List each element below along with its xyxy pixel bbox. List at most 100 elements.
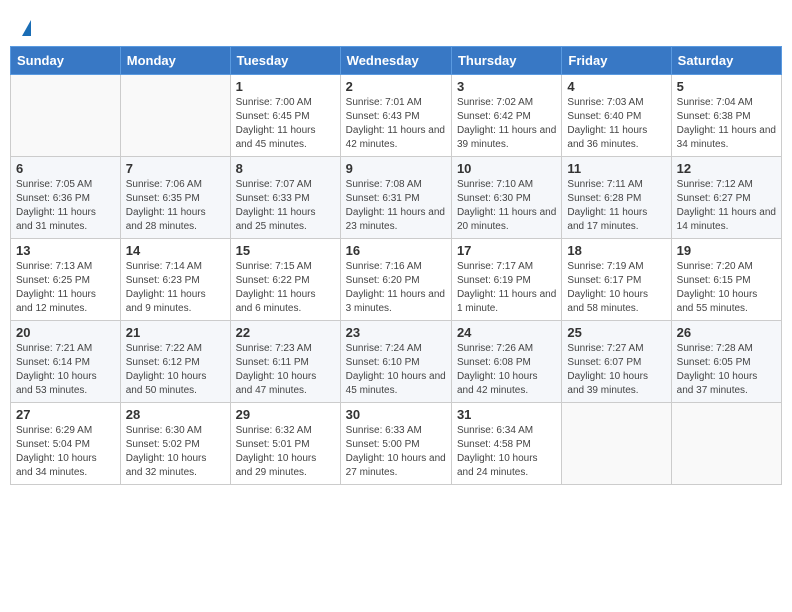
day-number: 12 (677, 161, 776, 176)
calendar-cell: 19 Sunrise: 7:20 AMSunset: 6:15 PMDayligh… (671, 239, 781, 321)
day-detail: Sunrise: 7:16 AMSunset: 6:20 PMDaylight:… (346, 260, 446, 316)
day-number: 26 (677, 325, 776, 340)
calendar-cell: 16 Sunrise: 7:16 AMSunset: 6:20 PMDayligh… (340, 239, 451, 321)
header-monday: Monday (120, 47, 230, 75)
day-detail: Sunrise: 7:17 AMSunset: 6:19 PMDaylight:… (457, 260, 556, 316)
calendar-cell (671, 403, 781, 485)
calendar-cell (120, 75, 230, 157)
calendar-week-3: 13 Sunrise: 7:13 AMSunset: 6:25 PMDayligh… (11, 239, 782, 321)
day-number: 14 (126, 243, 225, 258)
day-detail: Sunrise: 7:03 AMSunset: 6:40 PMDaylight:… (567, 96, 665, 152)
calendar-cell: 3 Sunrise: 7:02 AMSunset: 6:42 PMDaylight… (451, 75, 561, 157)
calendar-cell: 23 Sunrise: 7:24 AMSunset: 6:10 PMDayligh… (340, 321, 451, 403)
day-number: 30 (346, 407, 446, 422)
day-detail: Sunrise: 7:01 AMSunset: 6:43 PMDaylight:… (346, 96, 446, 152)
calendar-cell: 30 Sunrise: 6:33 AMSunset: 5:00 PMDayligh… (340, 403, 451, 485)
calendar-week-1: 1 Sunrise: 7:00 AMSunset: 6:45 PMDaylight… (11, 75, 782, 157)
logo-triangle-icon (22, 20, 31, 36)
calendar-cell: 17Sunrise: 7:17 AMSunset: 6:19 PMDayligh… (451, 239, 561, 321)
calendar-cell: 27 Sunrise: 6:29 AMSunset: 5:04 PMDayligh… (11, 403, 121, 485)
day-number: 27 (16, 407, 115, 422)
calendar-cell (11, 75, 121, 157)
calendar-cell: 14 Sunrise: 7:14 AMSunset: 6:23 PMDayligh… (120, 239, 230, 321)
day-detail: Sunrise: 6:30 AMSunset: 5:02 PMDaylight:… (126, 424, 225, 480)
day-detail: Sunrise: 7:19 AMSunset: 6:17 PMDaylight:… (567, 260, 665, 316)
day-detail: Sunrise: 7:24 AMSunset: 6:10 PMDaylight:… (346, 342, 446, 398)
day-number: 21 (126, 325, 225, 340)
day-number: 29 (236, 407, 335, 422)
day-detail: Sunrise: 7:13 AMSunset: 6:25 PMDaylight:… (16, 260, 115, 316)
day-detail: Sunrise: 7:07 AMSunset: 6:33 PMDaylight:… (236, 178, 335, 234)
calendar-cell: 6Sunrise: 7:05 AMSunset: 6:36 PMDaylight… (11, 157, 121, 239)
calendar-table: SundayMondayTuesdayWednesdayThursdayFrid… (10, 46, 782, 485)
day-detail: Sunrise: 7:20 AMSunset: 6:15 PMDaylight:… (677, 260, 776, 316)
day-detail: Sunrise: 7:00 AMSunset: 6:45 PMDaylight:… (236, 96, 335, 152)
day-detail: Sunrise: 7:02 AMSunset: 6:42 PMDaylight:… (457, 96, 556, 152)
calendar-cell: 7 Sunrise: 7:06 AMSunset: 6:35 PMDaylight… (120, 157, 230, 239)
day-number: 3 (457, 79, 556, 94)
calendar-cell: 12 Sunrise: 7:12 AMSunset: 6:27 PMDayligh… (671, 157, 781, 239)
day-detail: Sunrise: 6:29 AMSunset: 5:04 PMDaylight:… (16, 424, 115, 480)
day-number: 8 (236, 161, 335, 176)
day-number: 1 (236, 79, 335, 94)
calendar-week-4: 20Sunrise: 7:21 AMSunset: 6:14 PMDayligh… (11, 321, 782, 403)
calendar-cell: 22 Sunrise: 7:23 AMSunset: 6:11 PMDayligh… (230, 321, 340, 403)
day-number: 13 (16, 243, 115, 258)
calendar-cell: 21 Sunrise: 7:22 AMSunset: 6:12 PMDayligh… (120, 321, 230, 403)
calendar-cell: 10 Sunrise: 7:10 AMSunset: 6:30 PMDayligh… (451, 157, 561, 239)
header-friday: Friday (562, 47, 671, 75)
day-number: 5 (677, 79, 776, 94)
day-detail: Sunrise: 7:08 AMSunset: 6:31 PMDaylight:… (346, 178, 446, 234)
day-number: 19 (677, 243, 776, 258)
day-number: 23 (346, 325, 446, 340)
calendar-cell: 26 Sunrise: 7:28 AMSunset: 6:05 PMDayligh… (671, 321, 781, 403)
day-number: 31 (457, 407, 556, 422)
calendar-cell: 13 Sunrise: 7:13 AMSunset: 6:25 PMDayligh… (11, 239, 121, 321)
day-detail: Sunrise: 7:10 AMSunset: 6:30 PMDaylight:… (457, 178, 556, 234)
calendar-cell: 5 Sunrise: 7:04 AMSunset: 6:38 PMDaylight… (671, 75, 781, 157)
day-detail: Sunrise: 7:06 AMSunset: 6:35 PMDaylight:… (126, 178, 225, 234)
calendar-cell: 20Sunrise: 7:21 AMSunset: 6:14 PMDayligh… (11, 321, 121, 403)
calendar-body: 1 Sunrise: 7:00 AMSunset: 6:45 PMDaylight… (11, 75, 782, 485)
calendar-cell: 4 Sunrise: 7:03 AMSunset: 6:40 PMDaylight… (562, 75, 671, 157)
calendar-cell: 24 Sunrise: 7:26 AMSunset: 6:08 PMDayligh… (451, 321, 561, 403)
day-number: 16 (346, 243, 446, 258)
day-number: 22 (236, 325, 335, 340)
day-number: 2 (346, 79, 446, 94)
calendar-cell: 25Sunrise: 7:27 AMSunset: 6:07 PMDayligh… (562, 321, 671, 403)
day-number: 6 (16, 161, 115, 176)
header-thursday: Thursday (451, 47, 561, 75)
day-detail: Sunrise: 7:12 AMSunset: 6:27 PMDaylight:… (677, 178, 776, 234)
day-detail: Sunrise: 6:33 AMSunset: 5:00 PMDaylight:… (346, 424, 446, 480)
day-number: 4 (567, 79, 665, 94)
calendar-cell: 18 Sunrise: 7:19 AMSunset: 6:17 PMDayligh… (562, 239, 671, 321)
calendar-cell (562, 403, 671, 485)
day-detail: Sunrise: 7:04 AMSunset: 6:38 PMDaylight:… (677, 96, 776, 152)
day-detail: Sunrise: 7:27 AMSunset: 6:07 PMDaylight:… (567, 342, 665, 398)
header-sunday: Sunday (11, 47, 121, 75)
calendar-cell: 15Sunrise: 7:15 AMSunset: 6:22 PMDayligh… (230, 239, 340, 321)
day-detail: Sunrise: 7:28 AMSunset: 6:05 PMDaylight:… (677, 342, 776, 398)
calendar-cell: 1 Sunrise: 7:00 AMSunset: 6:45 PMDaylight… (230, 75, 340, 157)
day-number: 18 (567, 243, 665, 258)
day-detail: Sunrise: 7:23 AMSunset: 6:11 PMDaylight:… (236, 342, 335, 398)
day-detail: Sunrise: 7:11 AMSunset: 6:28 PMDaylight:… (567, 178, 665, 234)
day-number: 10 (457, 161, 556, 176)
calendar-header-row: SundayMondayTuesdayWednesdayThursdayFrid… (11, 47, 782, 75)
day-detail: Sunrise: 7:22 AMSunset: 6:12 PMDaylight:… (126, 342, 225, 398)
day-number: 9 (346, 161, 446, 176)
calendar-cell: 11 Sunrise: 7:11 AMSunset: 6:28 PMDayligh… (562, 157, 671, 239)
header (10, 10, 782, 41)
day-number: 7 (126, 161, 225, 176)
day-number: 11 (567, 161, 665, 176)
day-detail: Sunrise: 6:32 AMSunset: 5:01 PMDaylight:… (236, 424, 335, 480)
day-number: 24 (457, 325, 556, 340)
calendar-cell: 2 Sunrise: 7:01 AMSunset: 6:43 PMDaylight… (340, 75, 451, 157)
day-number: 15 (236, 243, 335, 258)
day-detail: Sunrise: 6:34 AMSunset: 4:58 PMDaylight:… (457, 424, 556, 480)
day-detail: Sunrise: 7:26 AMSunset: 6:08 PMDaylight:… (457, 342, 556, 398)
header-saturday: Saturday (671, 47, 781, 75)
day-detail: Sunrise: 7:14 AMSunset: 6:23 PMDaylight:… (126, 260, 225, 316)
calendar-cell: 29 Sunrise: 6:32 AMSunset: 5:01 PMDayligh… (230, 403, 340, 485)
calendar-cell: 9 Sunrise: 7:08 AMSunset: 6:31 PMDaylight… (340, 157, 451, 239)
